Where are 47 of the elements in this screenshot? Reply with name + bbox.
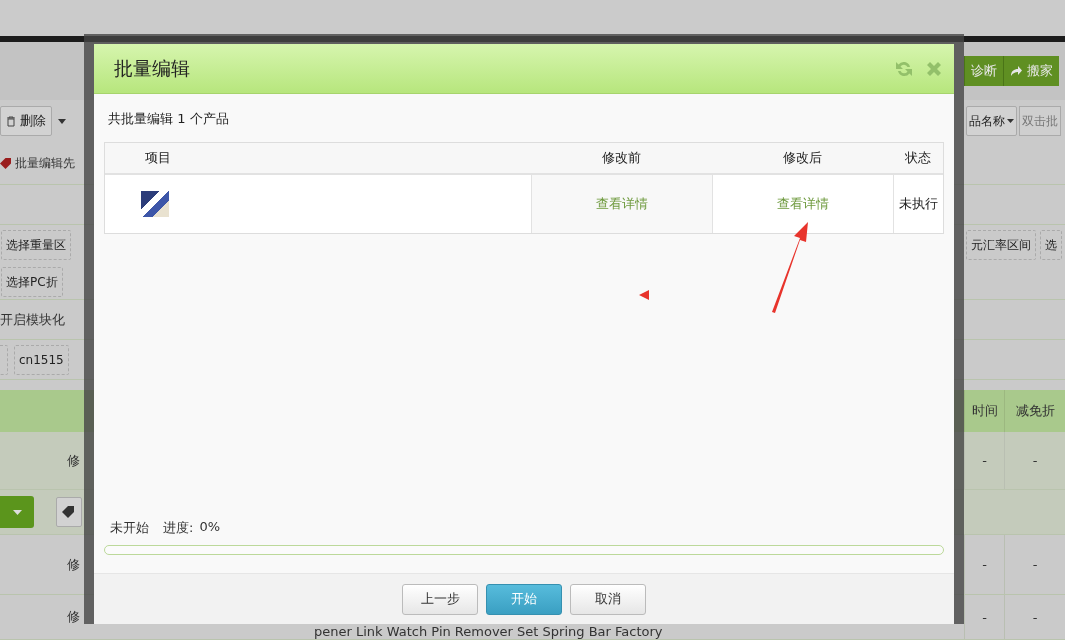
modular-label: 开启模块化 [0, 310, 65, 329]
share-arrow-icon [1010, 65, 1023, 77]
tag-button[interactable] [56, 497, 82, 527]
column-header: 减免折 [1015, 402, 1055, 420]
product-thumbnail [141, 191, 169, 217]
table-cell: - [982, 453, 987, 468]
caret-icon [12, 509, 22, 515]
summary-text: 共批量编辑 1 个产品 [108, 110, 230, 128]
search-type-dropdown[interactable]: 品名称 [966, 106, 1017, 136]
caret-icon[interactable] [58, 118, 66, 124]
progress-label: 进度: [163, 519, 194, 537]
filter-chip[interactable]: 选择PC折 [1, 267, 63, 297]
delete-button[interactable]: 删除 [0, 106, 52, 136]
dropdown-button[interactable] [0, 496, 34, 528]
column-header: 修改前 [601, 149, 642, 167]
column-header: 修改后 [782, 149, 823, 167]
product-title: pener Link Watch Pin Remover Set Spring Bar Factory [314, 624, 663, 639]
dialog-button[interactable]: 上一步 [402, 583, 478, 615]
tag-icon [0, 157, 11, 169]
table-cell: - [1032, 609, 1038, 625]
row-text: 修 [67, 555, 80, 574]
column-header: 项目 [144, 149, 172, 167]
table-cell: - [982, 609, 987, 625]
caret-icon [1007, 119, 1014, 123]
filter-chip[interactable]: 选择重量区 [1, 230, 71, 260]
id-chip[interactable]: cn1515 [14, 344, 69, 375]
dialog-title: 批量编辑 [114, 55, 190, 81]
status-text: 未执行 [899, 195, 938, 213]
column-header: 时间 [971, 402, 998, 420]
dialog-button[interactable]: 取消 [570, 583, 646, 615]
pointer-triangle [639, 290, 649, 300]
search-field[interactable]: 双击批 [1019, 106, 1061, 136]
table-cell: - [1032, 557, 1038, 572]
trash-icon [6, 115, 16, 127]
progress-percent: 0% [199, 519, 220, 536]
batch-edit-tag[interactable]: 批量编辑先 [15, 154, 75, 172]
filter-chip[interactable]: 选 [1040, 230, 1062, 260]
filter-chip[interactable]: 元汇率区间 [966, 230, 1036, 260]
row-text: 修 [67, 451, 80, 470]
tag-icon [62, 506, 74, 518]
view-details-link[interactable]: 查看详情 [777, 195, 829, 213]
progress-status: 未开始 [110, 519, 149, 537]
table-cell: - [1032, 453, 1038, 468]
column-header: 状态 [904, 149, 932, 167]
row-text: 修 [67, 608, 80, 626]
empty-chip[interactable] [0, 344, 8, 375]
table-cell: - [982, 557, 987, 572]
